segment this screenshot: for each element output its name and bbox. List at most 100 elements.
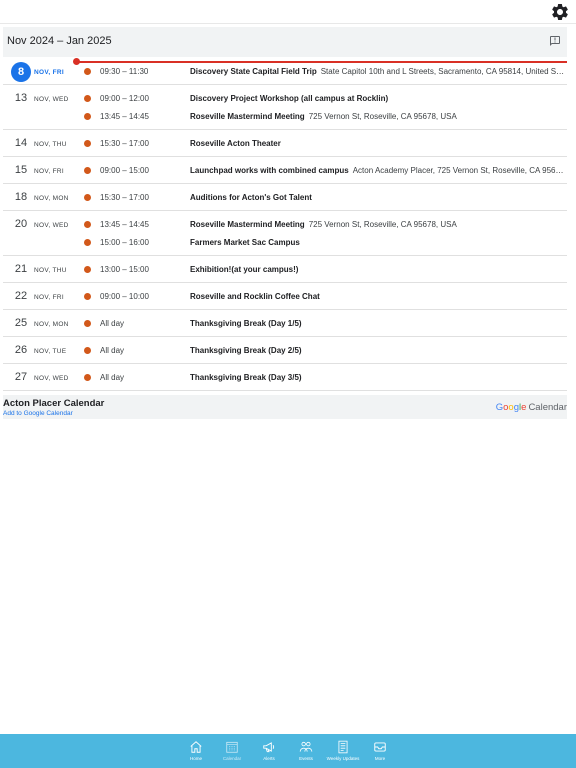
event-time: 13:45 – 14:45 (100, 112, 149, 121)
agenda-event[interactable]: 15:30 – 17:00 Auditions for Acton's Got T… (81, 189, 567, 207)
agenda-event[interactable]: 13:45 – 14:45 Roseville Mastermind Meetin… (81, 108, 567, 126)
event-details: Roseville Mastermind Meeting 725 Vernon S… (190, 220, 566, 229)
event-time: 09:00 – 10:00 (100, 292, 149, 301)
tab-events[interactable]: Events (288, 740, 324, 768)
agenda-date[interactable]: 22 NOV, FRI (3, 283, 81, 310)
date-weekday-label: NOV, THU (34, 141, 67, 148)
event-title: Thanksgiving Break (Day 2/5) (190, 346, 302, 355)
tab-more[interactable]: More (362, 740, 398, 768)
agenda-event[interactable]: All day Thanksgiving Break (Day 2/5) (81, 342, 567, 360)
agenda-event[interactable]: All day Thanksgiving Break (Day 3/5) (81, 369, 567, 387)
date-weekday-label: NOV, WED (34, 375, 69, 382)
add-to-google-calendar-link[interactable]: Add to Google Calendar (3, 410, 73, 417)
agenda-day-row: 21 NOV, THU 13:00 – 15:00 Exhibition!(at yo… (3, 256, 567, 283)
event-details: Exhibition!(at your campus!) (190, 265, 566, 274)
agenda-date[interactable]: 14 NOV, THU (3, 130, 81, 157)
tab-calendar[interactable]: Calendar (214, 740, 250, 768)
event-color-dot (84, 374, 91, 381)
agenda-day-row: 18 NOV, MON 15:30 – 17:00 Auditions for Act… (3, 184, 567, 211)
agenda-event[interactable]: 09:30 – 11:30 Discovery State Capital Fie… (81, 63, 567, 81)
agenda-day-row: 26 NOV, TUE All day Thanksgiving Break (Day… (3, 337, 567, 364)
event-time: All day (100, 346, 125, 355)
agenda-date[interactable]: 8 NOV, FRI (3, 58, 81, 85)
agenda-date[interactable]: 27 NOV, WED (3, 364, 81, 391)
home-icon (190, 741, 202, 753)
event-location: 725 Vernon St, Roseville, CA 95678, USA (308, 112, 457, 121)
agenda-event[interactable]: 13:45 – 14:45 Roseville Mastermind Meetin… (81, 216, 567, 234)
agenda-event[interactable]: 09:00 – 10:00 Roseville and Rocklin Coffe… (81, 288, 567, 306)
agenda-event[interactable]: 09:00 – 12:00 Discovery Project Workshop … (81, 90, 567, 108)
event-color-dot (84, 95, 91, 102)
date-number: 18 (14, 191, 28, 203)
tab-label: Events (299, 756, 313, 761)
tab-home[interactable]: Home (178, 740, 214, 768)
agenda-day-row: 22 NOV, FRI 09:00 – 10:00 Roseville and Roc… (3, 283, 567, 310)
tab-label: Home (189, 756, 202, 761)
date-weekday-label: NOV, WED (34, 222, 69, 229)
event-title: Thanksgiving Break (Day 3/5) (190, 373, 302, 382)
calendar-wordmark: Calendar (528, 402, 567, 413)
event-details: Thanksgiving Break (Day 1/5) (190, 319, 566, 328)
event-title: Farmers Market Sac Campus (190, 238, 300, 247)
event-title: Launchpad works with combined campus (190, 166, 349, 175)
event-location: State Capitol 10th and L Streets, Sacram… (320, 67, 566, 76)
agenda-date[interactable]: 20 NOV, WED (3, 211, 81, 238)
gear-icon[interactable] (550, 2, 570, 22)
agenda-event[interactable]: 09:00 – 15:00 Launchpad works with combin… (81, 162, 567, 180)
date-weekday-label: NOV, THU (34, 267, 67, 274)
date-number: 25 (14, 317, 28, 329)
agenda-date[interactable]: 26 NOV, TUE (3, 337, 81, 364)
tab-label: More (374, 756, 386, 761)
event-title: Exhibition!(at your campus!) (190, 265, 299, 274)
agenda-date[interactable]: 13 NOV, WED (3, 85, 81, 112)
event-time: 13:45 – 14:45 (100, 220, 149, 229)
event-title: Roseville Mastermind Meeting (190, 112, 305, 121)
event-details: Thanksgiving Break (Day 3/5) (190, 373, 566, 382)
date-number: 20 (14, 218, 28, 230)
date-weekday-label: NOV, FRI (34, 69, 64, 76)
event-color-dot (84, 167, 91, 174)
event-color-dot (84, 266, 91, 273)
agenda-date[interactable]: 15 NOV, FRI (3, 157, 81, 184)
date-weekday-label: NOV, FRI (34, 168, 64, 175)
calendar-name: Acton Placer Calendar (3, 398, 105, 409)
event-title: Roseville Acton Theater (190, 139, 281, 148)
tab-weekly-updates[interactable]: Weekly Updates (325, 740, 361, 768)
agenda-date[interactable]: 21 NOV, THU (3, 256, 81, 283)
event-title: Discovery Project Workshop (all campus a… (190, 94, 389, 103)
event-details: Roseville Mastermind Meeting 725 Vernon S… (190, 112, 566, 121)
event-title: Roseville and Rocklin Coffee Chat (190, 292, 320, 301)
event-color-dot (84, 113, 91, 120)
tab-alerts[interactable]: Alerts (251, 740, 287, 768)
google-letter: e (521, 402, 527, 413)
agenda-event[interactable]: All day Thanksgiving Break (Day 1/5) (81, 315, 567, 333)
event-time: All day (100, 319, 125, 328)
agenda-date[interactable]: 18 NOV, MON (3, 184, 81, 211)
agenda-day-row: 27 NOV, WED All day Thanksgiving Break (Day… (3, 364, 567, 391)
date-number: 15 (14, 164, 28, 176)
event-color-dot (84, 194, 91, 201)
date-weekday-label: NOV, TUE (34, 348, 67, 355)
event-time: 09:00 – 12:00 (100, 94, 149, 103)
people-icon (299, 741, 313, 752)
agenda-event[interactable]: 13:00 – 15:00 Exhibition!(at your campus!… (81, 261, 567, 279)
calendar-icon (226, 741, 238, 753)
agenda-event[interactable]: 15:00 – 16:00 Farmers Market Sac Campus (81, 234, 567, 252)
agenda-day-row: 25 NOV, MON All day Thanksgiving Break (Day… (3, 310, 567, 337)
date-number: 14 (14, 137, 28, 149)
agenda-list: 8 NOV, FRI 09:30 – 11:30 Discovery State Ca… (3, 58, 567, 391)
google-wordmark: Google (496, 402, 527, 413)
event-location: 725 Vernon St, Roseville, CA 95678, USA (308, 220, 457, 229)
event-details: Roseville Acton Theater (190, 139, 566, 148)
feedback-icon[interactable] (549, 35, 561, 47)
date-weekday-label: NOV, MON (34, 195, 69, 202)
event-time: 09:30 – 11:30 (100, 67, 149, 76)
event-color-dot (84, 293, 91, 300)
agenda-date[interactable]: 25 NOV, MON (3, 310, 81, 337)
agenda-day-row: 20 NOV, WED 13:45 – 14:45 Roseville Masterm… (3, 211, 567, 256)
calendar-footer: Acton Placer Calendar Add to Google Cale… (3, 395, 567, 419)
agenda-day-row: 14 NOV, THU 15:30 – 17:00 Roseville Acton T… (3, 130, 567, 157)
date-weekday-label: NOV, MON (34, 321, 69, 328)
agenda-event[interactable]: 15:30 – 17:00 Roseville Acton Theater (81, 135, 567, 153)
event-title: Roseville Mastermind Meeting (190, 220, 305, 229)
